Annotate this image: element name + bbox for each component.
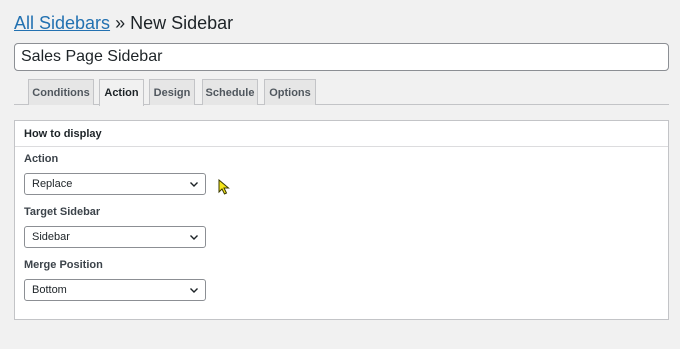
tab-bar: Conditions Action Design Schedule Option… (14, 78, 669, 106)
sidebar-title-input[interactable] (14, 43, 669, 71)
chevron-down-icon (190, 182, 198, 187)
breadcrumb-separator: » (115, 13, 126, 33)
action-select-value: Replace (32, 178, 73, 190)
target-sidebar-select-value: Sidebar (32, 231, 70, 243)
action-select[interactable]: Replace (24, 173, 206, 195)
tab-design[interactable]: Design (149, 79, 195, 105)
display-panel: How to display Action Replace Target Sid… (14, 120, 669, 320)
merge-position-select-value: Bottom (32, 284, 67, 296)
chevron-down-icon (190, 288, 198, 293)
all-sidebars-link[interactable]: All Sidebars (14, 13, 110, 33)
tab-conditions[interactable]: Conditions (28, 79, 94, 105)
mouse-cursor-icon (218, 179, 230, 195)
page-title: New Sidebar (130, 13, 234, 33)
page-heading: All Sidebars » New Sidebar (14, 11, 233, 35)
merge-position-label: Merge Position (24, 259, 103, 271)
panel-heading: How to display (15, 121, 668, 147)
tab-action[interactable]: Action (99, 79, 144, 106)
target-sidebar-label: Target Sidebar (24, 206, 101, 218)
tab-options[interactable]: Options (264, 79, 316, 105)
merge-position-select[interactable]: Bottom (24, 279, 206, 301)
target-sidebar-select[interactable]: Sidebar (24, 226, 206, 248)
chevron-down-icon (190, 235, 198, 240)
action-label: Action (24, 153, 59, 165)
tab-schedule[interactable]: Schedule (202, 79, 258, 105)
